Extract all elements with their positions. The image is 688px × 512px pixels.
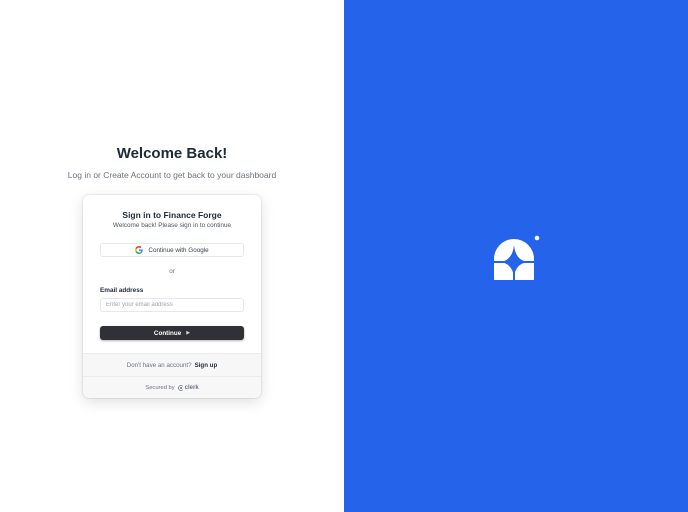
- google-button-label: Continue with Google: [148, 246, 209, 254]
- signup-footer: Don't have an account? Sign up: [83, 353, 261, 376]
- email-label: Email address: [100, 287, 144, 294]
- continue-button-label: Continue: [153, 329, 182, 337]
- card-title: Sign in to Finance Forge: [122, 210, 222, 220]
- left-pane: Welcome Back! Log in or Create Account t…: [0, 0, 344, 512]
- sign-in-card: Sign in to Finance Forge Welcome back! P…: [83, 195, 261, 398]
- clerk-logo-icon: [177, 384, 183, 391]
- card-subtitle: Welcome back! Please sign in to continue: [112, 222, 232, 229]
- clerk-brand[interactable]: clerk: [177, 384, 199, 391]
- or-divider: or: [169, 268, 175, 275]
- secured-by-text: Secured by: [145, 384, 175, 391]
- app-logo-sparkle-icon: [494, 235, 540, 280]
- clerk-brand-label: clerk: [184, 384, 199, 391]
- email-field[interactable]: [100, 298, 244, 312]
- google-icon: [135, 246, 144, 254]
- page-subtitle: Log in or Create Account to get back to …: [67, 170, 277, 180]
- page-title: Welcome Back!: [116, 145, 228, 162]
- sign-up-link[interactable]: Sign up: [195, 362, 218, 369]
- continue-button[interactable]: Continue ▶: [100, 326, 244, 340]
- continue-with-google-button[interactable]: Continue with Google: [100, 243, 244, 257]
- arrow-right-icon: ▶: [186, 330, 191, 336]
- secured-by-footer: Secured by clerk: [83, 376, 261, 398]
- signup-prompt: Don't have an account?: [126, 361, 192, 369]
